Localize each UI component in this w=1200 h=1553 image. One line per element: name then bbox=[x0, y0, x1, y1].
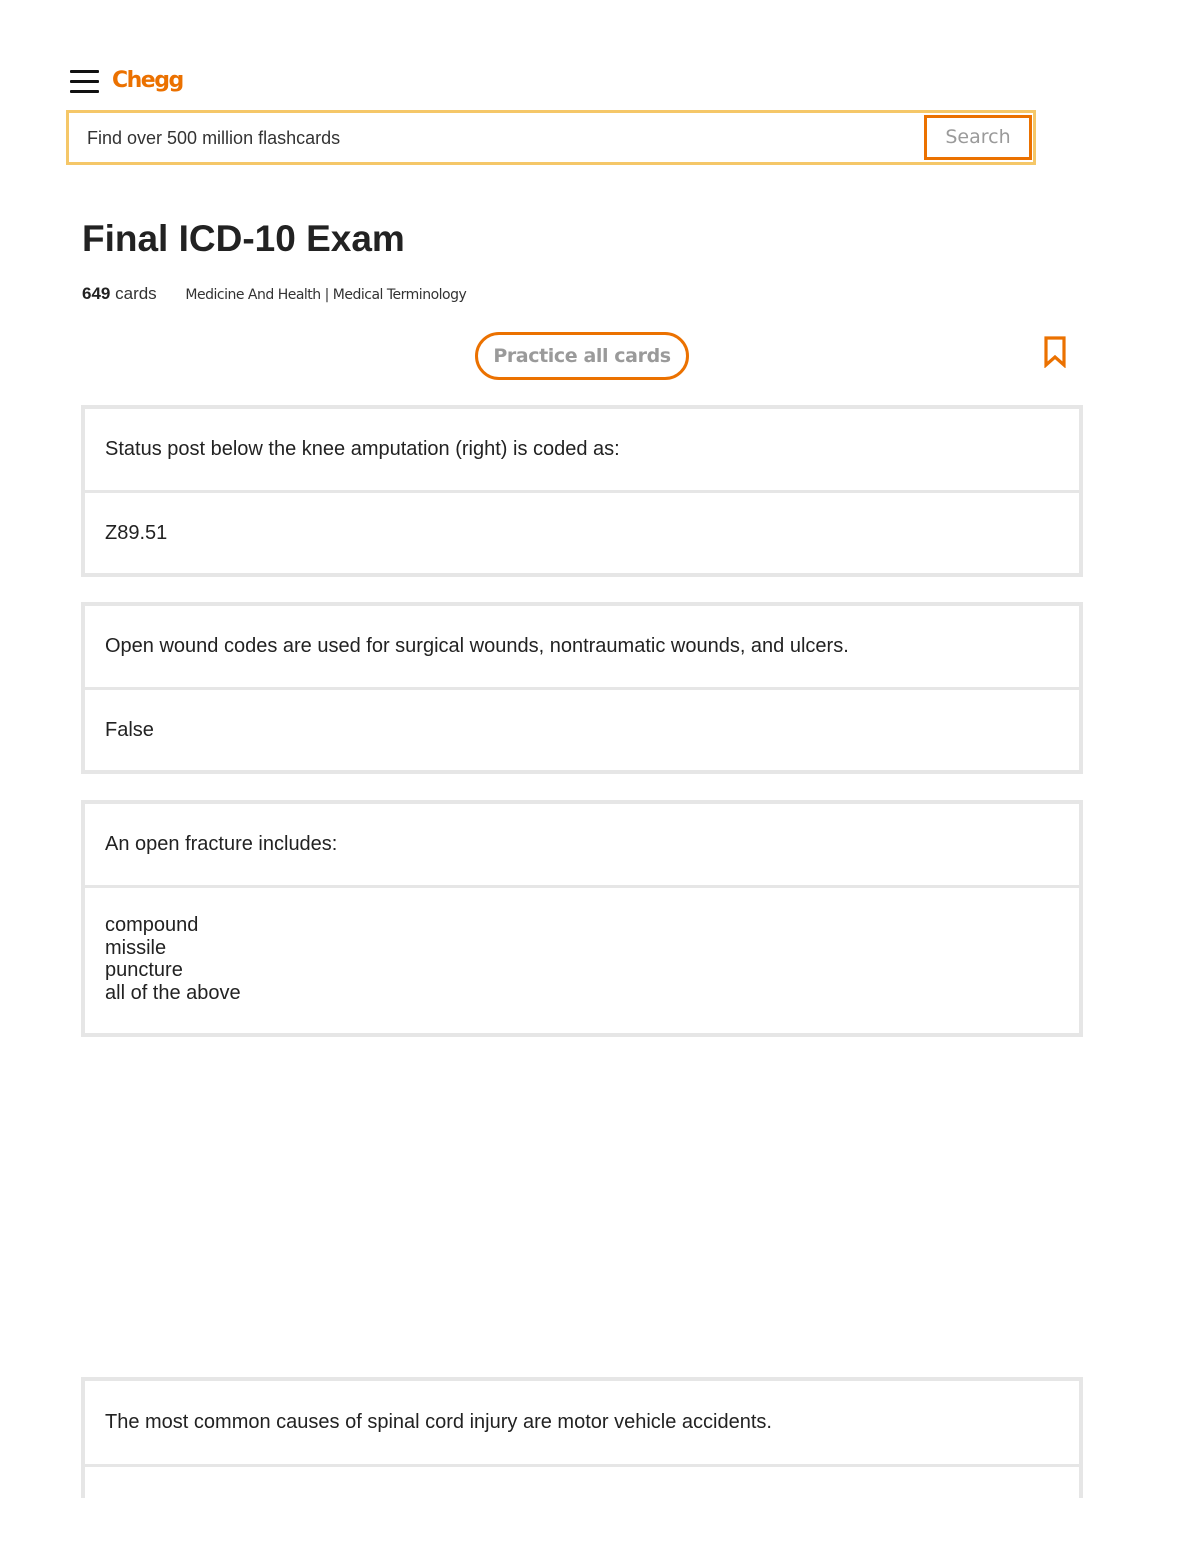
card-question: Open wound codes are used for surgical w… bbox=[85, 606, 1079, 690]
bookmark-icon[interactable] bbox=[1043, 336, 1067, 368]
card-count: 649 bbox=[82, 284, 111, 303]
practice-all-cards-button[interactable]: Practice all cards bbox=[475, 332, 689, 380]
flashcard: Open wound codes are used for surgical w… bbox=[81, 602, 1083, 774]
card-answer: compound missile puncture all of the abo… bbox=[85, 888, 1079, 1033]
cards-label: cards bbox=[115, 284, 157, 303]
answer-line: compound bbox=[105, 914, 199, 936]
answer-line: all of the above bbox=[105, 981, 241, 1004]
card-question: Status post below the knee amputation (r… bbox=[85, 409, 1079, 493]
card-question: An open fracture includes: bbox=[85, 804, 1079, 888]
card-answer: Z89.51 bbox=[105, 521, 168, 544]
flashcard: An open fracture includes: compound miss… bbox=[81, 800, 1083, 1037]
card-question: The most common causes of spinal cord in… bbox=[85, 1381, 1079, 1467]
chegg-logo[interactable]: Chegg bbox=[112, 68, 184, 93]
card-answer: False bbox=[105, 718, 154, 741]
search-bar: Search bbox=[66, 110, 1036, 165]
flashcard: The most common causes of spinal cord in… bbox=[81, 1377, 1083, 1498]
search-button[interactable]: Search bbox=[924, 115, 1032, 160]
search-input[interactable] bbox=[87, 125, 907, 151]
answer-line: missile bbox=[105, 936, 167, 959]
category-breadcrumb[interactable]: Medicine And Health | Medical Terminolog… bbox=[185, 287, 466, 303]
page-title: Final ICD-10 Exam bbox=[82, 218, 405, 259]
card-answer bbox=[85, 1467, 1079, 1498]
hamburger-menu-icon[interactable] bbox=[70, 70, 99, 94]
deck-meta: 649 cards Medicine And Health | Medical … bbox=[82, 284, 467, 304]
answer-line: puncture bbox=[105, 959, 183, 981]
flashcard: Status post below the knee amputation (r… bbox=[81, 405, 1083, 577]
